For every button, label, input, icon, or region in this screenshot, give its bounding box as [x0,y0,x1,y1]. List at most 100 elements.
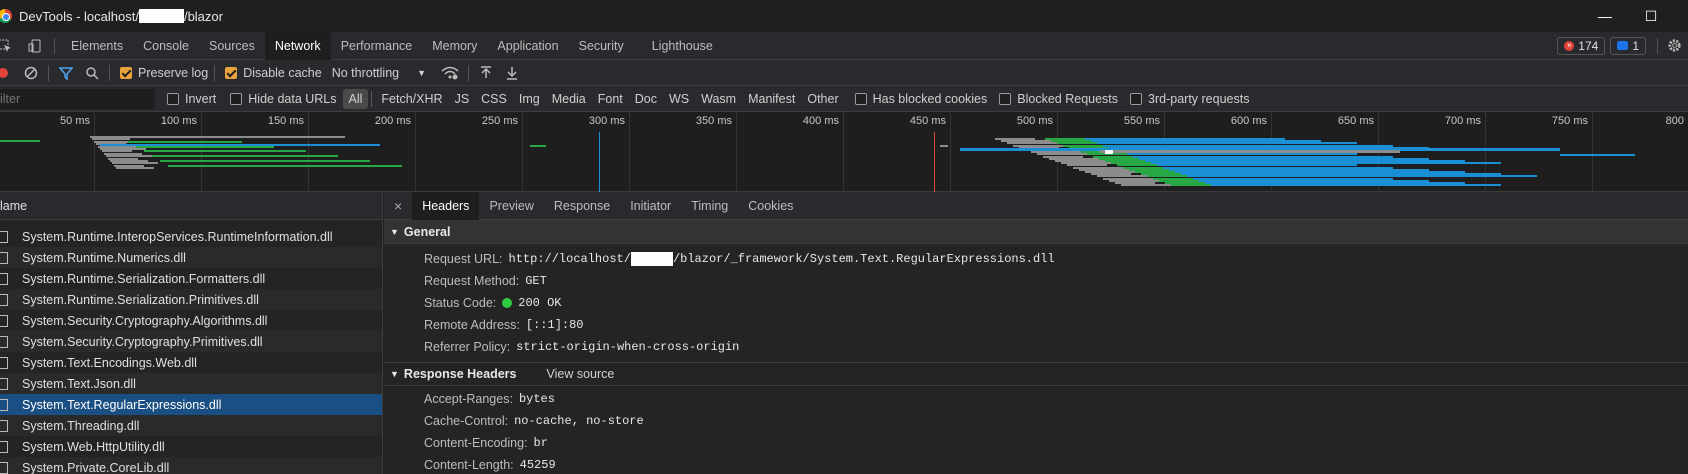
errors-badge[interactable]: × 174 [1557,36,1606,55]
maximize-button[interactable]: ☐ [1628,0,1674,32]
minimize-button[interactable]: — [1582,0,1628,32]
import-har-icon[interactable] [475,65,497,80]
file-icon [0,230,8,243]
response-header-name: Cache-Control: [424,414,509,428]
name-column-header[interactable]: lame [0,192,382,220]
file-icon [0,377,8,390]
invert-checkbox[interactable]: Invert [167,92,216,106]
filter-type-ws[interactable]: WS [663,89,695,109]
disable-cache-checkbox[interactable]: Disable cache [225,66,322,80]
filter-type-js[interactable]: JS [449,89,476,109]
filter-type-fetch-xhr[interactable]: Fetch/XHR [375,89,448,109]
tab-elements[interactable]: Elements [61,32,133,60]
general-section-header[interactable]: ▼ General [384,220,1688,244]
has-blocked-cookies-check[interactable] [854,92,867,105]
file-icon [0,293,8,306]
filter-type-other[interactable]: Other [801,89,844,109]
disable-cache-check[interactable] [225,66,238,79]
close-details-button[interactable]: × [384,192,412,220]
status-code-text: 200 OK [518,296,562,310]
tab-performance[interactable]: Performance [331,32,423,60]
tab-initiator[interactable]: Initiator [620,192,681,220]
referrer-policy-value: strict-origin-when-cross-origin [516,340,740,354]
tab-headers[interactable]: Headers [412,192,480,220]
table-row[interactable]: System.Security.Cryptography.Primitives.… [0,331,382,352]
tab-preview[interactable]: Preview [479,192,543,220]
table-row[interactable]: System.Runtime.Serialization.Formatters.… [0,268,382,289]
tab-application[interactable]: Application [487,32,568,60]
file-icon [0,419,8,432]
view-source-link[interactable]: View source [546,367,614,381]
tab-sources[interactable]: Sources [199,32,265,60]
has-blocked-cookies-checkbox[interactable]: Has blocked cookies [854,91,988,106]
chrome-logo-icon [0,9,12,23]
toolbar-separator [468,64,470,81]
blocked-requests-checkbox[interactable]: Blocked Requests [999,92,1118,106]
table-row[interactable]: System.Text.Encodings.Web.dll [0,352,382,373]
inspect-element-icon[interactable] [0,32,12,60]
settings-gear-icon[interactable] [1664,32,1684,60]
hide-data-urls-check[interactable] [230,92,243,105]
clear-icon[interactable] [20,66,42,80]
table-row[interactable]: System.Runtime.Numerics.dll [0,247,382,268]
blocked-requests-check[interactable] [999,92,1012,105]
filter-type-img[interactable]: Img [513,89,546,109]
preserve-log-checkbox[interactable]: Preserve log [120,66,208,80]
filter-type-media[interactable]: Media [546,89,592,109]
table-row[interactable]: System.Threading.dll [0,415,382,436]
tab-response[interactable]: Response [544,192,620,220]
filter-type-wasm[interactable]: Wasm [695,89,742,109]
timeline-overview[interactable]: 50 ms 100 ms 150 ms 200 ms 250 ms 300 ms 350 m… [0,112,1688,192]
invert-check[interactable] [167,92,179,105]
tab-memory[interactable]: Memory [422,32,487,60]
record-icon[interactable] [0,67,10,79]
response-headers-section-header[interactable]: ▼ Response Headers View source [384,362,1688,386]
minimize-icon: — [1598,8,1612,24]
tab-lighthouse[interactable]: Lighthouse [642,32,723,60]
remote-address-row: Remote Address: [::1]:80 [384,314,1688,336]
filter-type-all[interactable]: All [342,88,369,109]
device-toolbar-icon[interactable] [22,32,48,60]
table-row[interactable]: System.Runtime.Serialization.Primitives.… [0,289,382,310]
throttling-value: No throttling [331,65,400,80]
file-icon [0,335,8,348]
tab-network[interactable]: Network [264,31,331,60]
export-har-icon[interactable] [501,66,523,80]
hide-data-urls-checkbox[interactable]: Hide data URLs [230,92,337,106]
tab-timing[interactable]: Timing [681,192,738,220]
timeline-bar [1121,184,1171,187]
preserve-log-check[interactable] [120,66,132,79]
status-code-value: 200 OK [502,296,561,310]
request-method-value: GET [525,274,547,288]
search-icon[interactable] [81,66,103,80]
filter-type-font[interactable]: Font [592,89,629,109]
has-blocked-cookies-label: Has blocked cookies [872,91,988,106]
timeline-tick-label: 700 ms [1444,115,1481,127]
filter-type-css[interactable]: CSS [475,89,513,109]
table-row[interactable]: System.Text.RegularExpressions.dll [0,394,382,415]
third-party-checkbox[interactable]: 3rd-party requests [1130,92,1249,106]
messages-badge[interactable]: 1 [1610,36,1646,55]
filter-input[interactable] [0,88,155,109]
filter-icon[interactable] [55,66,77,80]
tab-cookies[interactable]: Cookies [738,192,803,220]
triangle-down-icon: ▼ [390,226,399,237]
toolbar-separator [48,64,49,81]
third-party-check[interactable] [1130,92,1143,105]
response-header-row: Accept-Ranges: bytes [384,388,1688,410]
file-icon [0,461,8,474]
table-row[interactable]: System.Text.Json.dll [0,373,382,394]
table-row[interactable]: System.Web.HttpUtility.dll [0,436,382,457]
table-row[interactable]: System.Private.CoreLib.dll [0,457,382,474]
tab-console[interactable]: Console [133,32,199,60]
blocked-requests-label: Blocked Requests [1017,91,1119,106]
filter-type-doc[interactable]: Doc [629,89,663,109]
table-row[interactable]: System.Runtime.InteropServices.RuntimeIn… [0,226,382,247]
title-suffix: /blazor [183,8,223,24]
tab-security[interactable]: Security [569,32,634,60]
timeline-bar [1211,184,1501,187]
table-row[interactable]: System.Security.Cryptography.Algorithms.… [0,310,382,331]
filter-type-manifest[interactable]: Manifest [742,89,801,109]
throttling-select[interactable]: No throttling ▼ [332,66,426,80]
network-conditions-icon[interactable] [438,66,462,80]
